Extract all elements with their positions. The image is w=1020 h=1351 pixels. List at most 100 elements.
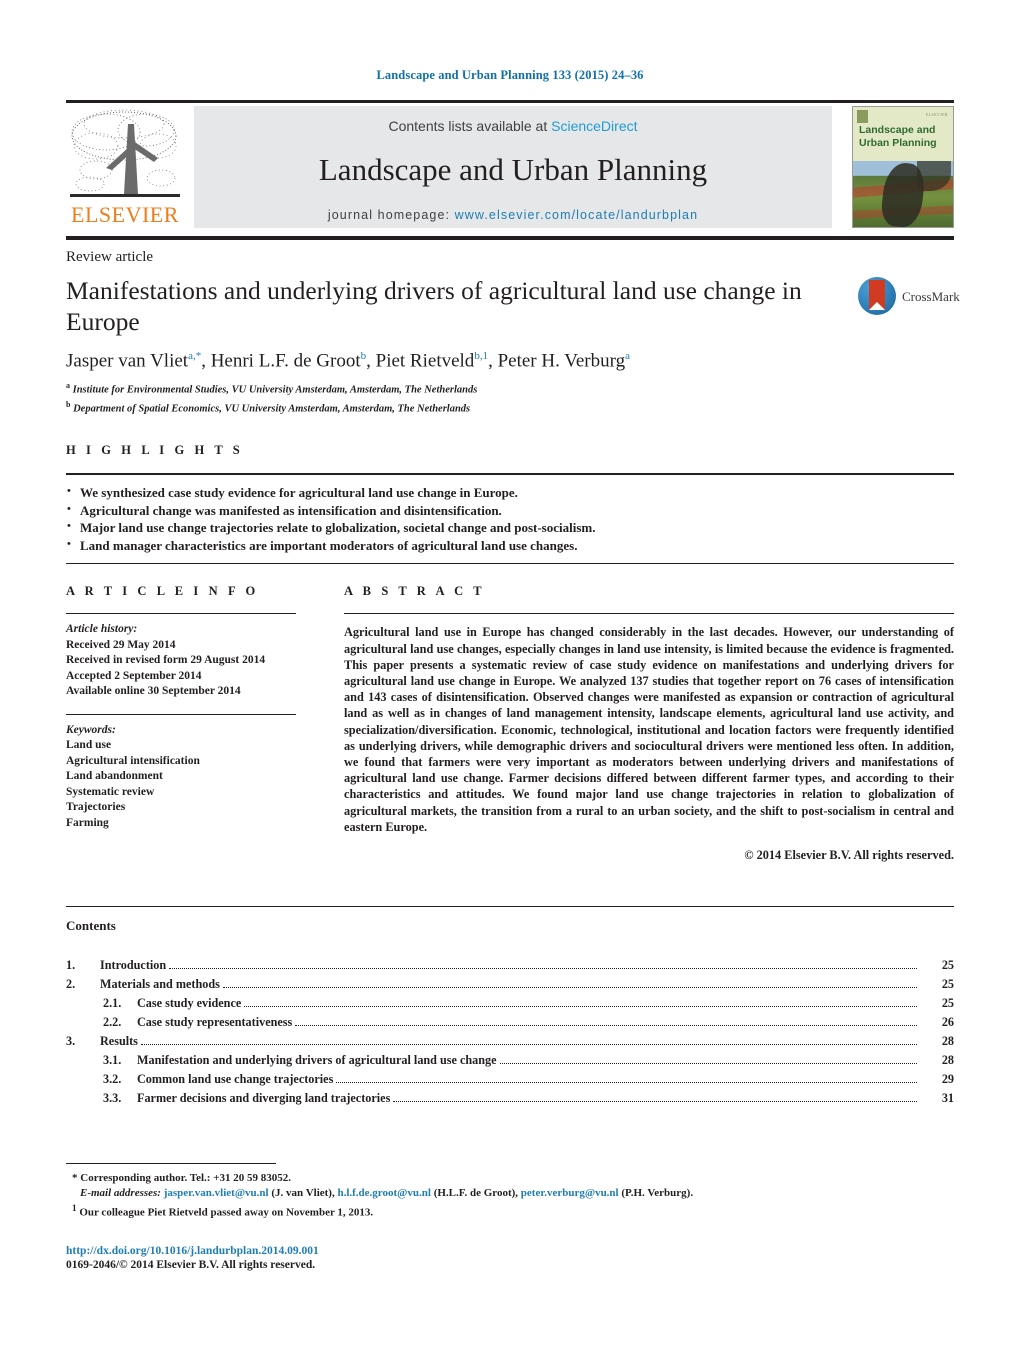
toc-page-number: 26: [941, 1015, 954, 1030]
crossmark-notch-icon: [869, 302, 885, 310]
toc-leader-dots: [140, 1044, 917, 1046]
cover-elsevier-mini-icon: [857, 110, 868, 123]
affiliation-b: b Department of Spatial Economics, VU Un…: [66, 398, 954, 417]
author-list: Jasper van Vlieta,*, Henri L.F. de Groot…: [66, 350, 630, 372]
footnote-note: 1 Our colleague Piet Rietveld passed awa…: [66, 1201, 954, 1221]
contents-rule: [66, 906, 954, 908]
email-link-2[interactable]: h.l.f.de.groot@vu.nl: [337, 1187, 430, 1199]
footnote-note-text: Our colleague Piet Rietveld passed away …: [79, 1206, 374, 1219]
keyword-item: Land abandonment: [66, 770, 163, 783]
masthead-citation: Landscape and Urban Planning 133 (2015) …: [376, 68, 644, 82]
toc-page-number: 29: [941, 1072, 954, 1087]
list-item: We synthesized case study evidence for a…: [66, 483, 954, 502]
crossmark-badge[interactable]: CrossMark: [858, 277, 960, 317]
toc-page-number: 25: [941, 977, 954, 992]
toc-label: Farmer decisions and diverging land traj…: [137, 1091, 391, 1106]
keywords-block: Keywords: Land use Agricultural intensif…: [66, 723, 326, 832]
journal-header-panel: Contents lists available at ScienceDirec…: [194, 106, 832, 228]
contents-prefix: Contents lists available at: [388, 118, 552, 134]
list-item[interactable]: 3.3. Farmer decisions and diverging land…: [66, 1089, 954, 1108]
info-abstract-columns: A R T I C L E I N F O Article history: R…: [66, 584, 954, 884]
crossmark-label: CrossMark: [902, 289, 960, 304]
keyword-item: Farming: [66, 816, 109, 829]
history-item: Received 29 May 2014: [66, 638, 176, 651]
sciencedirect-link[interactable]: ScienceDirect: [551, 118, 637, 134]
toc-number: 2.1.: [103, 996, 122, 1011]
title-row: Manifestations and underlying drivers of…: [66, 275, 960, 337]
toc-label: Case study representativeness: [137, 1015, 293, 1030]
email-person-2: (H.L.F. de Groot),: [433, 1187, 519, 1200]
email-person-3: (P.H. Verburg).: [621, 1187, 694, 1200]
keyword-item: Systematic review: [66, 785, 155, 798]
toc-leader-dots: [222, 987, 917, 989]
footnote-corresponding-text: Corresponding author. Tel.: +31 20 59 83…: [80, 1172, 291, 1185]
list-item[interactable]: 3.2. Common land use change trajectories…: [66, 1070, 954, 1089]
doi-link[interactable]: http://dx.doi.org/10.1016/j.landurbplan.…: [66, 1245, 954, 1257]
toc-page-number: 28: [941, 1053, 954, 1068]
journal-homepage-line: journal homepage: www.elsevier.com/locat…: [194, 208, 832, 222]
toc-label: Case study evidence: [137, 996, 242, 1011]
email-link-3[interactable]: peter.verburg@vu.nl: [521, 1187, 619, 1199]
article-history: Article history: Received 29 May 2014 Re…: [66, 622, 326, 700]
email-person-1: (J. van Vliet),: [271, 1187, 335, 1200]
homepage-prefix: journal homepage:: [327, 208, 451, 222]
article-info-rule: [66, 613, 296, 615]
journal-homepage-link[interactable]: www.elsevier.com/locate/landurbplan: [455, 208, 698, 222]
list-item[interactable]: 3.1. Manifestation and underlying driver…: [66, 1051, 954, 1070]
toc-page-number: 28: [941, 1034, 954, 1049]
keyword-item: Agricultural intensification: [66, 754, 200, 767]
list-item: Major land use change trajectories relat…: [66, 518, 954, 537]
history-item: Available online 30 September 2014: [66, 685, 241, 698]
masthead-rule: [66, 100, 954, 103]
cover-journal-name: Landscape and Urban Planning: [859, 124, 937, 150]
table-of-contents: 1. Introduction 25 2. Materials and meth…: [66, 956, 954, 1108]
list-item[interactable]: 2.2. Case study representativeness 26: [66, 1013, 954, 1032]
toc-number: 2.: [66, 977, 76, 992]
page-content: Landscape and Urban Planning 133 (2015) …: [66, 0, 960, 1271]
list-item[interactable]: 2. Materials and methods 25: [66, 975, 954, 994]
history-item: Accepted 2 September 2014: [66, 669, 202, 682]
keywords-rule: [66, 713, 296, 715]
email-link-1[interactable]: jasper.van.vliet@vu.nl: [164, 1187, 269, 1199]
toc-leader-dots: [499, 1063, 917, 1065]
toc-leader-dots: [244, 1006, 917, 1008]
affiliation-mark-b: b: [66, 399, 71, 409]
article-history-label: Article history:: [66, 623, 138, 636]
article-info-column: A R T I C L E I N F O Article history: R…: [66, 584, 326, 831]
toc-leader-dots: [169, 968, 917, 970]
list-item[interactable]: 2.1. Case study evidence 25: [66, 994, 954, 1013]
list-item: Agricultural change was manifested as in…: [66, 501, 954, 520]
footnote-note-mark: 1: [72, 1203, 77, 1214]
journal-title: Landscape and Urban Planning: [318, 152, 708, 187]
cover-journal-line1: Landscape and: [859, 124, 936, 136]
cover-journal-line2: Urban Planning: [859, 137, 937, 149]
elsevier-logo: ELSEVIER: [66, 106, 184, 228]
highlights-section: H I G H L I G H T S We synthesized case …: [66, 443, 954, 565]
toc-number: 1.: [66, 958, 76, 973]
contents-available-line: Contents lists available at ScienceDirec…: [194, 106, 832, 134]
affiliation-a-text: Institute for Environmental Studies, VU …: [72, 384, 478, 396]
email-label: E-mail addresses:: [80, 1187, 161, 1200]
abstract-copyright: © 2014 Elsevier B.V. All rights reserved…: [744, 847, 954, 862]
abstract-rule: [344, 613, 954, 615]
keyword-item: Land use: [66, 739, 112, 752]
toc-leader-dots: [393, 1101, 917, 1103]
toc-page-number: 31: [941, 1091, 954, 1106]
toc-number: 2.2.: [103, 1015, 122, 1030]
list-item[interactable]: 1. Introduction 25: [66, 956, 954, 975]
footnote-asterisk: *: [72, 1172, 78, 1185]
toc-number: 3.2.: [103, 1072, 122, 1087]
journal-header: ELSEVIER Contents lists available at Sci…: [66, 106, 954, 228]
footnote-rule: [66, 1163, 276, 1165]
toc-number: 3.: [66, 1034, 76, 1049]
article-info-heading: A R T I C L E I N F O: [66, 584, 259, 599]
toc-label: Materials and methods: [100, 977, 220, 992]
list-item[interactable]: 3. Results 28: [66, 1032, 954, 1051]
footnote-block: * Corresponding author. Tel.: +31 20 59 …: [66, 1171, 954, 1221]
contents-heading: Contents: [66, 918, 116, 934]
journal-cover-thumbnail: ELSEVIER Landscape and Urban Planning: [852, 106, 954, 228]
paper-page: Landscape and Urban Planning 133 (2015) …: [0, 0, 1020, 1351]
toc-page-number: 25: [941, 958, 954, 973]
cover-photo: [853, 161, 953, 227]
affiliation-mark-a: a: [66, 381, 70, 391]
